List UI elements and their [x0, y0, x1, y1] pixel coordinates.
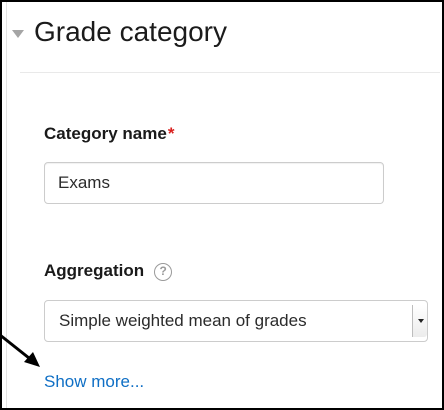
- annotation-arrow: [0, 333, 40, 367]
